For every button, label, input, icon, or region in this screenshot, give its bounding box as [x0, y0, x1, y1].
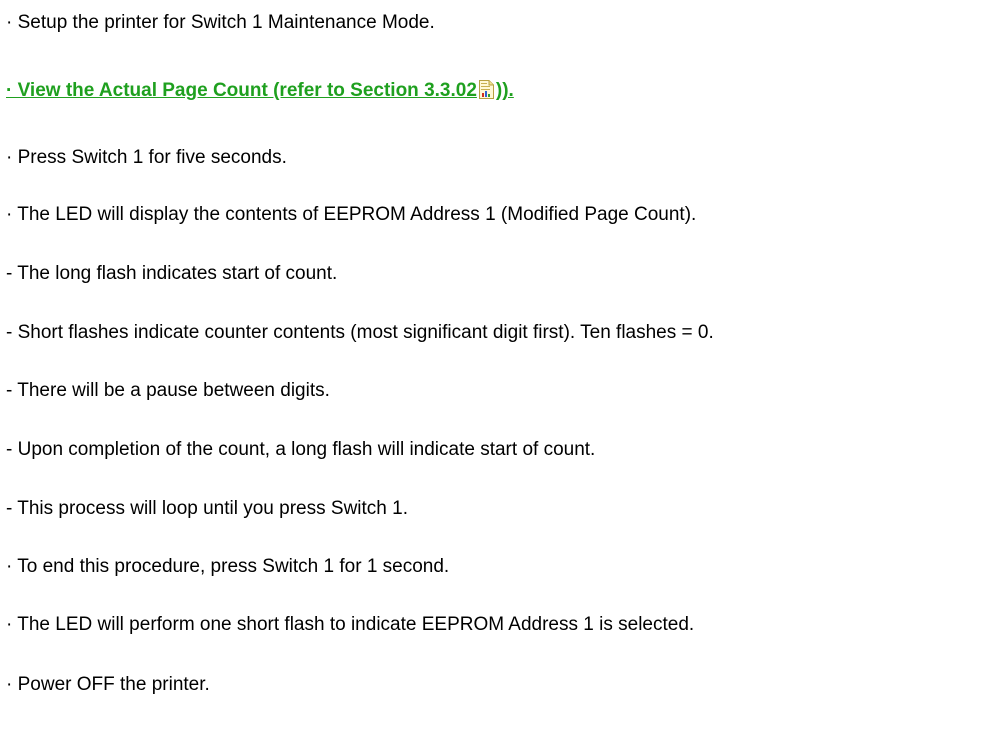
step-led-display: · The LED will display the contents of E… — [6, 204, 697, 225]
link-text[interactable]: · View the Actual Page Count (refer to S… — [6, 80, 477, 101]
note-loop: - This process will loop until you press… — [6, 498, 408, 519]
link-text-end[interactable]: )). — [496, 80, 514, 101]
note-long-flash: - The long flash indicates start of coun… — [6, 263, 338, 284]
step-power-off: · Power OFF the printer. — [6, 674, 210, 695]
step-press-switch: · Press Switch 1 for five seconds. — [6, 147, 287, 168]
note-short-flashes: - Short flashes indicate counter content… — [6, 322, 714, 343]
step-setup-printer: · Setup the printer for Switch 1 Mainten… — [6, 12, 435, 33]
step-led-short-flash: · The LED will perform one short flash t… — [6, 614, 695, 635]
note-pause: - There will be a pause between digits. — [6, 380, 330, 401]
procedure-page: · Setup the printer for Switch 1 Mainten… — [0, 0, 1006, 740]
view-page-count-link[interactable]: · View the Actual Page Count (refer to S… — [6, 80, 514, 102]
note-completion: - Upon completion of the count, a long f… — [6, 439, 596, 460]
step-end-procedure: · To end this procedure, press Switch 1 … — [6, 556, 450, 577]
document-chart-icon[interactable] — [478, 80, 495, 99]
